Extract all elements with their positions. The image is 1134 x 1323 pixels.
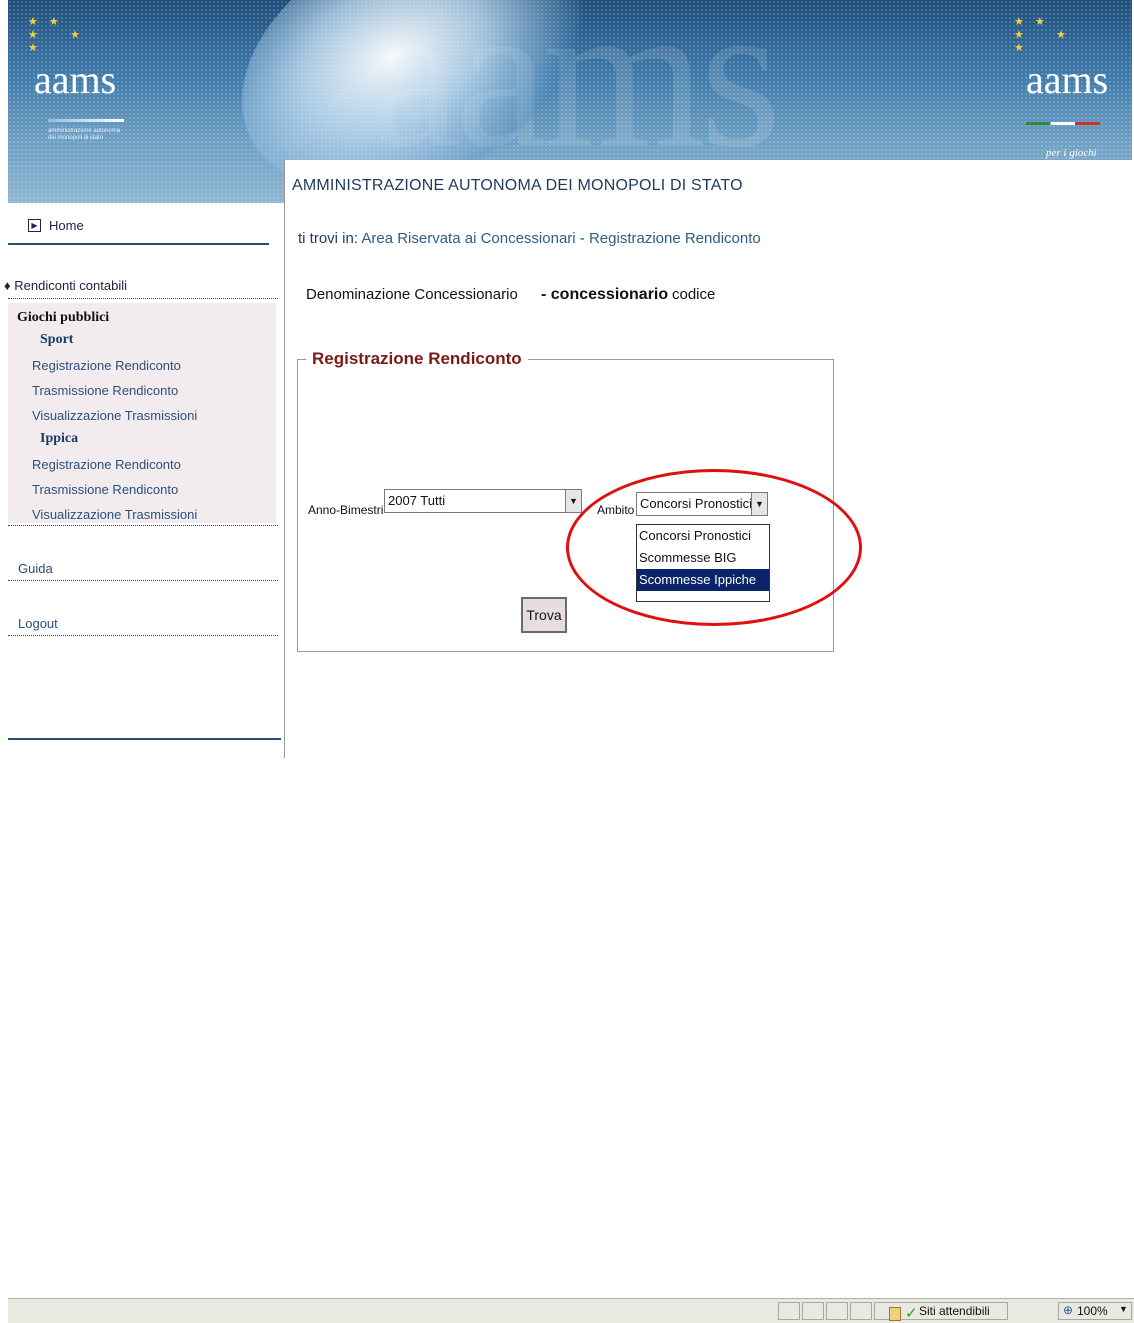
eu-stars-icon: ★ ★ ★ ★ ★ [28, 16, 84, 54]
denominazione-label: Denominazione Concessionario [306, 286, 518, 303]
sidebar-item-ippica-visualizzazione[interactable]: Visualizzazione Trasmissioni [32, 507, 197, 522]
sidebar-item-ippica-registrazione[interactable]: Registrazione Rendiconto [32, 457, 181, 472]
divider [8, 580, 278, 581]
aams-logo-left[interactable]: ★ ★ ★ ★ ★ aams amministrazione autonoma de… [18, 15, 128, 155]
aams-logo-right[interactable]: ★ ★ ★ ★ ★ aams per i giochi [1008, 15, 1128, 159]
ambito-value: Concorsi Pronostici [640, 496, 752, 511]
sidebar-item-sport-registrazione[interactable]: Registrazione Rendiconto [32, 358, 181, 373]
sidebar: ▶ Home ♦ Rendiconti contabili Giochi pub… [0, 203, 285, 758]
chevron-down-icon[interactable]: ▼ [565, 490, 581, 512]
concessionario-value: - concessionario [541, 286, 669, 303]
ambito-option-scommesse-big[interactable]: Scommesse BIG [637, 547, 769, 569]
divider [8, 298, 278, 299]
sidebar-item-sport-trasmissione[interactable]: Trasmissione Rendiconto [32, 383, 178, 398]
logo-right-word: aams [1026, 57, 1109, 102]
zone-text: Siti attendibili [919, 1304, 990, 1318]
ambito-dropdown-list: Concorsi Pronostici Scommesse BIG Scomme… [636, 524, 770, 602]
codice-value: codice [672, 286, 716, 303]
menu-subgroup-sport: Sport [40, 332, 74, 347]
diamond-bullet-icon: ♦ [4, 278, 11, 293]
security-zone-cell[interactable]: ✓ Siti attendibili [874, 1302, 1008, 1322]
home-underline [8, 243, 269, 245]
statusbar-cell [826, 1302, 848, 1320]
form-legend: Registrazione Rendiconto [306, 349, 528, 369]
anno-bimestri-value: 2007 Tutti [388, 493, 446, 508]
menu-subgroup-ippica: Ippica [40, 431, 79, 446]
section-title-label: Rendiconti contabili [14, 278, 127, 293]
logo-right-tagline: per i giochi [1046, 147, 1097, 159]
zoom-icon: ⊕ [1063, 1303, 1074, 1317]
statusbar-cell [778, 1302, 800, 1320]
divider [8, 635, 278, 636]
home-label: Home [49, 218, 84, 233]
breadcrumb-area-link[interactable]: Area Riservata ai Concessionari [361, 230, 575, 247]
sidebar-item-ippica-trasmissione[interactable]: Trasmissione Rendiconto [32, 482, 178, 497]
logo-left-subtitle: amministrazione autonoma dei monopoli di… [48, 128, 121, 141]
zoom-text: 100% [1077, 1304, 1108, 1318]
statusbar-cell [802, 1302, 824, 1320]
chevron-down-icon[interactable]: ▼ [751, 493, 767, 515]
ambito-option-scommesse-ippiche[interactable]: Scommesse Ippiche [637, 569, 769, 591]
anno-bimestri-label: Anno-Bimestri [308, 503, 384, 517]
statusbar-cell [850, 1302, 872, 1320]
breadcrumb-prefix: ti trovi in: [298, 230, 359, 247]
breadcrumb: ti trovi in: Area Riservata ai Concessio… [298, 230, 761, 247]
ambito-label: Ambito [597, 503, 635, 517]
browser-statusbar: ✓ Siti attendibili ⊕ 100% ▼ [8, 1298, 1134, 1323]
ambito-select[interactable]: Concorsi Pronostici ▼ [636, 492, 768, 516]
divider [8, 525, 278, 526]
sidebar-item-logout[interactable]: Logout [18, 616, 58, 631]
arrow-box-icon: ▶ [28, 219, 41, 232]
sidebar-item-guida[interactable]: Guida [18, 561, 53, 576]
anno-bimestri-select[interactable]: 2007 Tutti ▼ [384, 489, 582, 513]
checkmark-icon: ✓ [905, 1305, 918, 1322]
italian-flag-bar [1026, 122, 1100, 125]
zoom-dropdown-icon[interactable]: ▼ [1119, 1304, 1128, 1314]
breadcrumb-current-page: Registrazione Rendiconto [588, 230, 761, 247]
sidebar-item-home[interactable]: ▶ Home [28, 218, 84, 233]
page-title: AMMINISTRAZIONE AUTONOMA DEI MONOPOLI DI… [292, 177, 743, 194]
zone-lock-icon [889, 1307, 901, 1321]
logo-left-word: aams [34, 57, 117, 102]
trova-button[interactable]: Trova [521, 597, 567, 633]
menu-group-giochi-pubblici: Giochi pubblici [17, 310, 110, 325]
breadcrumb-separator: - [575, 230, 589, 247]
logo-left-bar [48, 119, 124, 122]
zoom-cell[interactable]: ⊕ 100% ▼ [1058, 1302, 1132, 1320]
sidebar-section-rendiconti[interactable]: ♦ Rendiconti contabili [4, 278, 127, 293]
sidebar-item-sport-visualizzazione[interactable]: Visualizzazione Trasmissioni [32, 408, 197, 423]
eu-stars-icon: ★ ★ ★ ★ ★ [1014, 16, 1070, 54]
sidebar-bottom-rule [8, 738, 281, 740]
ambito-option-concorsi[interactable]: Concorsi Pronostici [637, 525, 769, 547]
